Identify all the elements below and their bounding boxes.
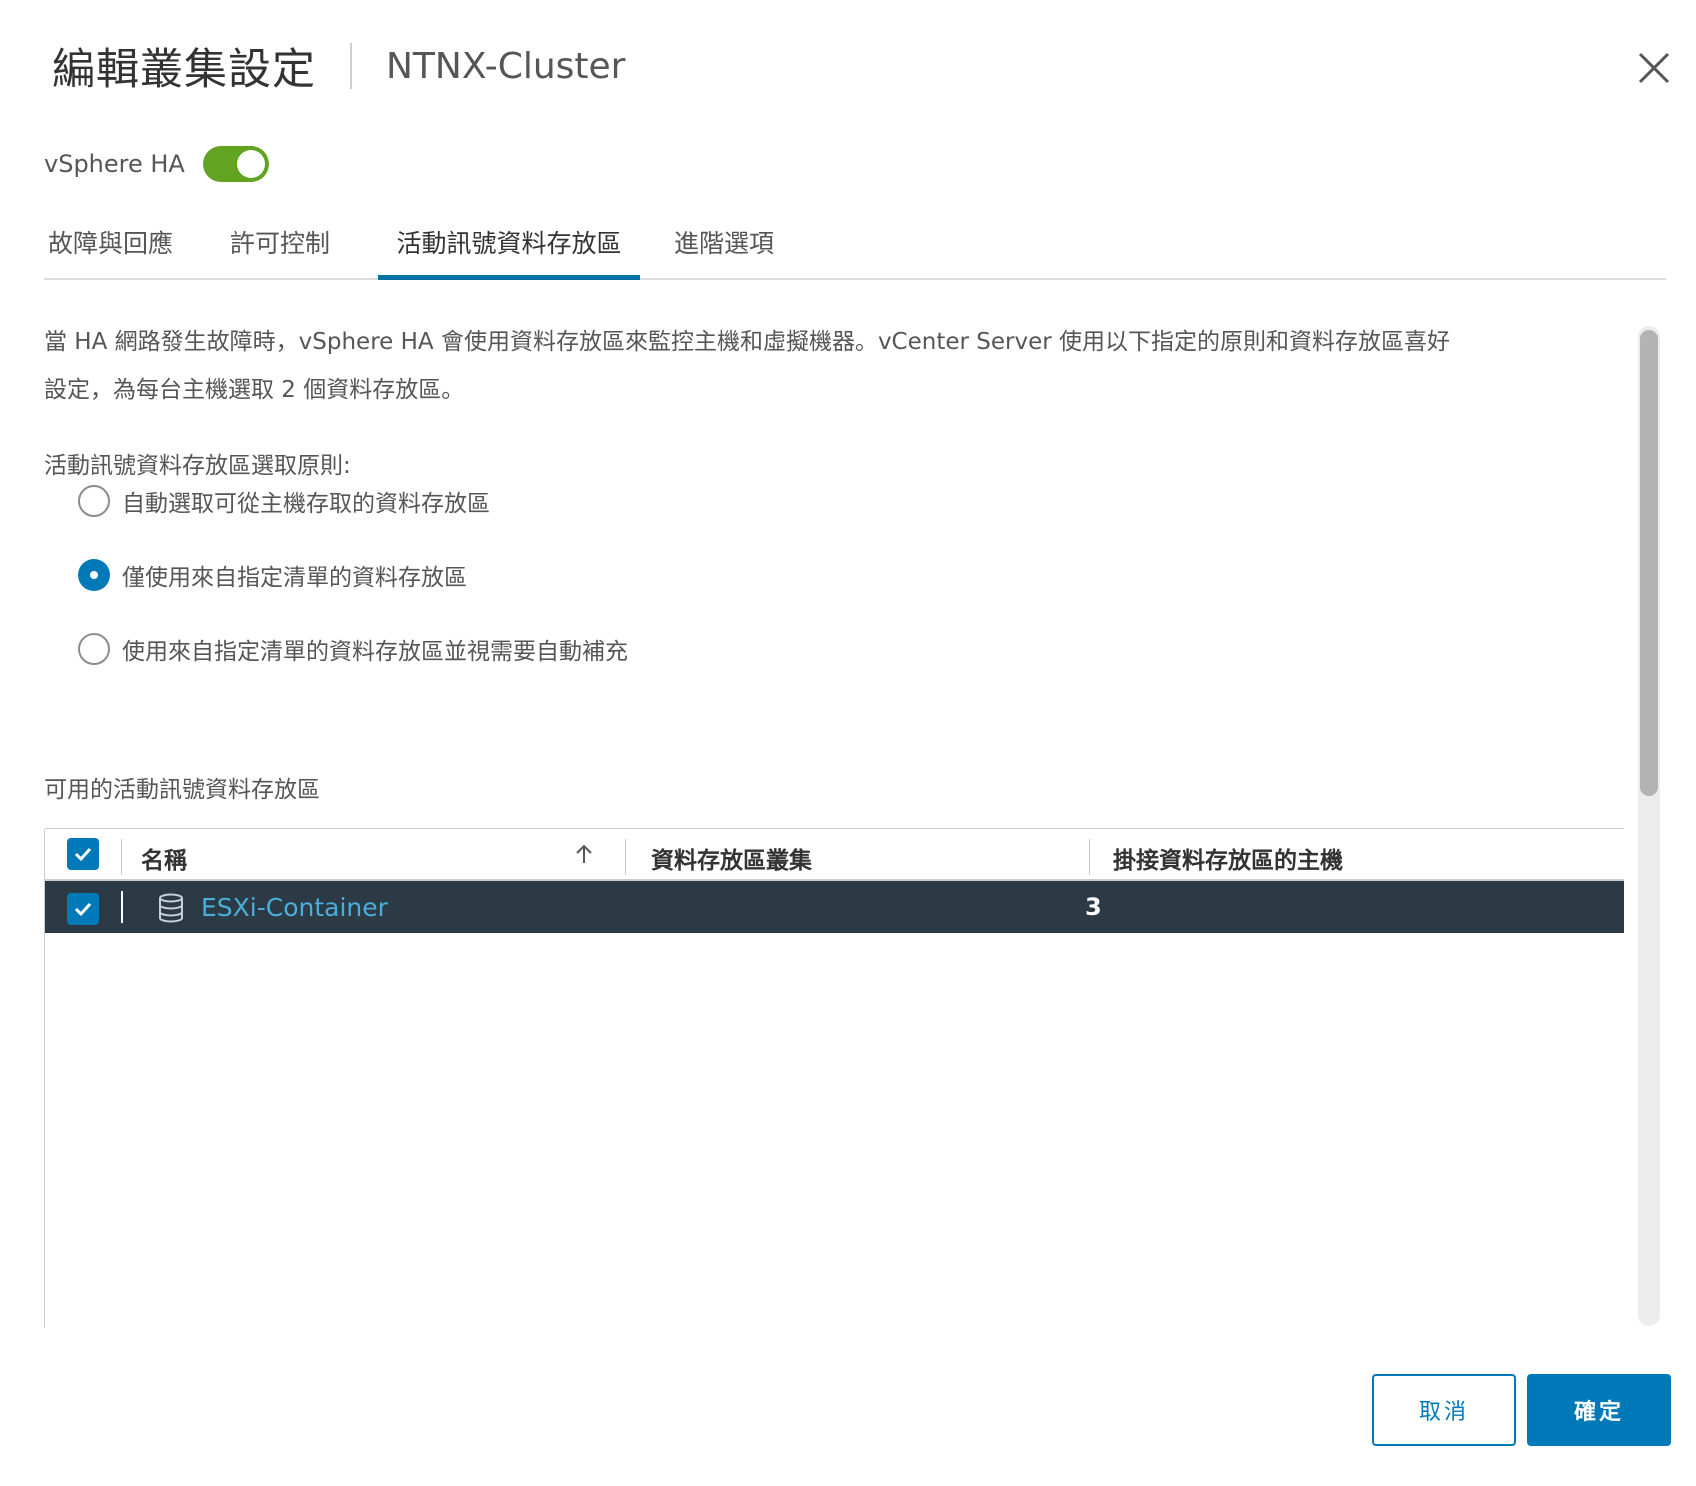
close-icon[interactable] xyxy=(1634,48,1674,88)
radio-option-specified-list-complement[interactable]: 使用來自指定清單的資料存放區並視需要自動補充 xyxy=(78,632,628,666)
vsphere-ha-toggle[interactable] xyxy=(202,146,269,182)
scrollbar-thumb[interactable] xyxy=(1640,330,1658,796)
available-datastores-label: 可用的活動訊號資料存放區 xyxy=(44,777,320,803)
cluster-name: NTNX-Cluster xyxy=(386,45,626,87)
tab-content: 當 HA 網路發生故障時，vSphere HA 會使用資料存放區來監控主機和虛擬… xyxy=(44,318,1624,1328)
select-all-checkbox[interactable] xyxy=(67,838,99,870)
datastore-icon xyxy=(157,893,185,927)
radio-button[interactable] xyxy=(78,485,110,517)
row-checkbox[interactable] xyxy=(67,893,99,925)
table-row[interactable]: ESXi-Container 3 xyxy=(45,881,1624,933)
description: 當 HA 網路發生故障時，vSphere HA 會使用資料存放區來監控主機和虛擬… xyxy=(44,318,1624,414)
row-separator xyxy=(121,891,123,923)
tab-advanced-options[interactable]: 進階選項 xyxy=(674,214,774,280)
tab-admission-control[interactable]: 許可控制 xyxy=(230,214,330,280)
grid-header: 名稱 資料存放區叢集 掛接資料存放區的主機 xyxy=(45,829,1624,881)
column-separator xyxy=(625,839,626,875)
vsphere-ha-label: vSphere HA xyxy=(44,150,185,178)
column-header-mounted-hosts[interactable]: 掛接資料存放區的主機 xyxy=(1113,841,1343,875)
dialog-header: 編輯叢集設定 NTNX-Cluster xyxy=(52,36,625,96)
datastore-grid: 名稱 資料存放區叢集 掛接資料存放區的主機 ESXi-Container 3 xyxy=(44,828,1624,1328)
radio-button-selected[interactable] xyxy=(78,559,110,591)
cancel-button[interactable]: 取消 xyxy=(1372,1374,1516,1446)
vsphere-ha-row: vSphere HA xyxy=(44,146,269,182)
column-header-name[interactable]: 名稱 xyxy=(141,841,187,875)
tab-bar: 故障與回應 許可控制 活動訊號資料存放區 進階選項 xyxy=(44,214,1666,280)
sort-ascending-icon[interactable] xyxy=(575,843,593,869)
description-line-1: 當 HA 網路發生故障時，vSphere HA 會使用資料存放區來監控主機和虛擬… xyxy=(44,329,1451,355)
column-separator xyxy=(121,839,122,875)
tab-failures-responses[interactable]: 故障與回應 xyxy=(48,214,173,280)
column-header-datastore-cluster[interactable]: 資料存放區叢集 xyxy=(651,841,812,875)
datastore-name-link[interactable]: ESXi-Container xyxy=(201,893,388,922)
ok-button[interactable]: 確定 xyxy=(1527,1374,1671,1446)
column-separator xyxy=(1089,839,1090,875)
policy-label: 活動訊號資料存放區選取原則: xyxy=(44,453,351,479)
dialog-title: 編輯叢集設定 xyxy=(52,45,316,95)
toggle-knob xyxy=(236,150,265,178)
radio-label: 僅使用來自指定清單的資料存放區 xyxy=(122,565,467,591)
tab-heartbeat-datastores[interactable]: 活動訊號資料存放區 xyxy=(378,214,640,280)
mounted-hosts-count: 3 xyxy=(1085,893,1102,921)
radio-label: 使用來自指定清單的資料存放區並視需要自動補充 xyxy=(122,639,628,665)
radio-option-specified-list[interactable]: 僅使用來自指定清單的資料存放區 xyxy=(78,558,467,592)
title-divider xyxy=(350,43,352,89)
radio-option-auto-select[interactable]: 自動選取可從主機存取的資料存放區 xyxy=(78,484,490,518)
radio-label: 自動選取可從主機存取的資料存放區 xyxy=(122,491,490,517)
vertical-scrollbar[interactable] xyxy=(1638,326,1660,1326)
radio-button[interactable] xyxy=(78,633,110,665)
description-line-2: 設定，為每台主機選取 2 個資料存放區。 xyxy=(44,377,465,403)
